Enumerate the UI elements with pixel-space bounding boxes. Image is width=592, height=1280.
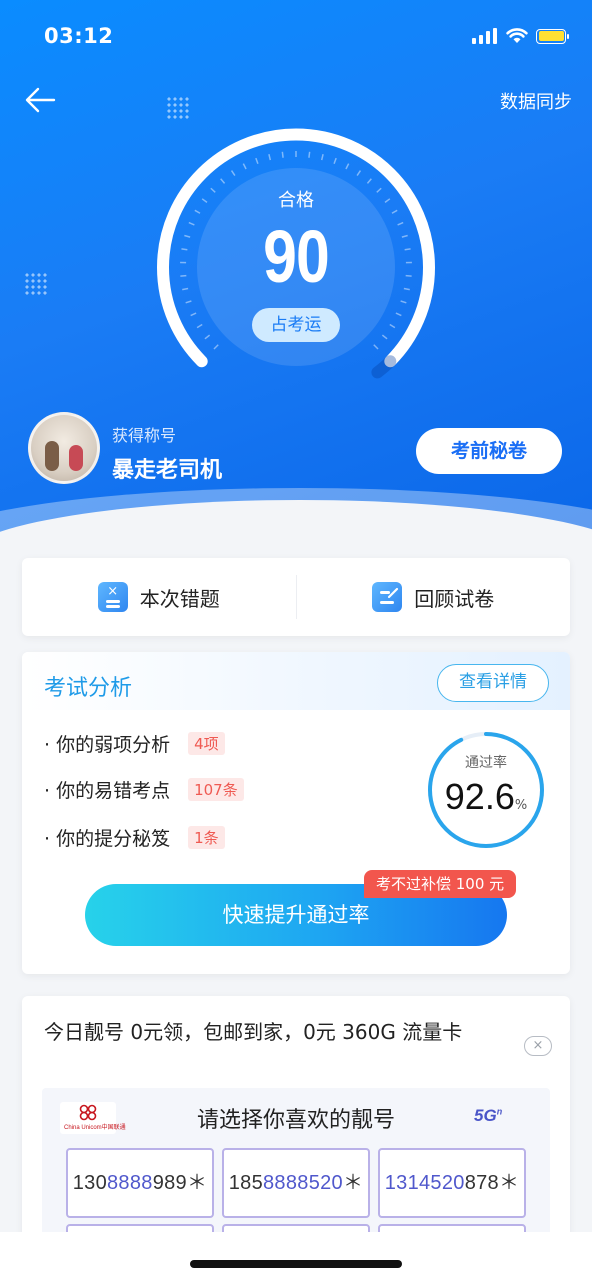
exam-score: 90 <box>263 215 330 298</box>
gauge-tick <box>345 163 350 170</box>
battery-icon <box>536 28 569 44</box>
pass-status-label: 合格 <box>278 190 314 211</box>
gauge-tick <box>366 178 372 184</box>
gauge-tick <box>400 300 407 304</box>
score-tips-label: · 你的提分秘笈 <box>44 828 171 850</box>
score-tips-count-tag: 1条 <box>188 826 225 849</box>
gauge-tick <box>220 178 226 184</box>
error-prone-count-tag: 107条 <box>188 778 244 801</box>
close-icon[interactable]: × <box>524 1036 552 1056</box>
back-arrow-icon[interactable] <box>24 86 56 114</box>
phone-number-option[interactable]: 1858888520＊ <box>222 1148 370 1218</box>
avatar[interactable] <box>28 412 100 484</box>
gauge-tick <box>333 157 337 165</box>
wrong-questions-label: 本次错题 <box>139 586 220 611</box>
pass-rate-number: 92.6 <box>444 776 515 817</box>
compensation-badge: 考不过补偿 100 元 <box>364 870 517 898</box>
gauge-tick <box>389 323 396 329</box>
5g-badge: 5Gn <box>474 1106 503 1125</box>
wrong-questions-button[interactable]: × 本次错题 <box>22 582 296 612</box>
analysis-title: 考试分析 <box>44 676 133 701</box>
review-paper-button[interactable]: 回顾试卷 <box>297 582 571 612</box>
gauge-tick <box>268 154 272 161</box>
gauge-tick <box>381 334 388 340</box>
phone-number-option[interactable]: 1308888989＊ <box>66 1148 214 1218</box>
wifi-icon <box>506 28 528 43</box>
gauge-tick <box>230 170 236 176</box>
pass-rate-label: 通过率 <box>465 755 507 771</box>
data-sync-button[interactable]: 数据同步 <box>500 88 572 114</box>
secret-exam-button[interactable]: 考前秘卷 <box>416 428 562 474</box>
weakness-analysis-label: · 你的弱项分析 <box>44 734 171 756</box>
gauge-tick <box>190 312 197 317</box>
review-paper-label: 回顾试卷 <box>414 586 495 611</box>
error-prone-label: · 你的易错考点 <box>44 780 171 802</box>
home-indicator[interactable] <box>190 1260 402 1268</box>
pass-rate-value: 92.6% <box>426 776 546 818</box>
decorative-dots <box>166 96 190 120</box>
fortune-button[interactable]: 占考运 <box>252 308 340 342</box>
gauge-tick <box>320 154 324 161</box>
weakness-count-tag: 4项 <box>188 732 225 755</box>
error-prone-row[interactable]: · 你的易错考点 107条 <box>44 776 244 803</box>
home-bar-area <box>0 1232 592 1280</box>
gauge-tick <box>185 300 192 304</box>
gauge-tick <box>242 163 247 170</box>
gauge-tick <box>213 344 219 350</box>
score-tips-row[interactable]: · 你的提分秘笈 1条 <box>44 824 225 851</box>
gauge-tick <box>395 312 402 317</box>
gauge-tick <box>255 157 259 165</box>
pass-rate-unit: % <box>514 798 528 813</box>
cellular-signal-icon <box>472 28 497 44</box>
earned-title-label: 获得称号 <box>112 426 177 445</box>
promo-title[interactable]: 今日靓号 0元领，包邮到家，0元 360G 流量卡 <box>44 1018 514 1046</box>
wrong-questions-icon: × <box>97 582 128 612</box>
decorative-dots <box>24 272 48 296</box>
view-details-button[interactable]: 查看详情 <box>437 664 549 702</box>
review-paper-icon <box>372 582 403 612</box>
gauge-tick <box>356 170 362 176</box>
gauge-tick <box>373 344 379 350</box>
earned-title-name: 暴走老司机 <box>112 458 223 483</box>
gauge-tick <box>308 151 311 158</box>
gauge-tick <box>281 151 284 158</box>
phone-number-option[interactable]: 1314520878＊ <box>378 1148 526 1218</box>
status-time: 03:12 <box>44 24 114 48</box>
promo-card: 今日靓号 0元领，包邮到家，0元 360G 流量卡 × China Unicom… <box>22 996 570 1256</box>
exam-analysis-card: 考试分析 查看详情 · 你的弱项分析 4项 · 你的易错考点 107条 · 你的… <box>22 652 570 974</box>
quick-actions-card: × 本次错题 回顾试卷 <box>22 558 570 636</box>
gauge-tick <box>196 323 203 329</box>
gauge-tick <box>204 334 211 340</box>
weakness-analysis-row[interactable]: · 你的弱项分析 4项 <box>44 730 225 757</box>
status-bar: 03:12 <box>44 22 569 50</box>
